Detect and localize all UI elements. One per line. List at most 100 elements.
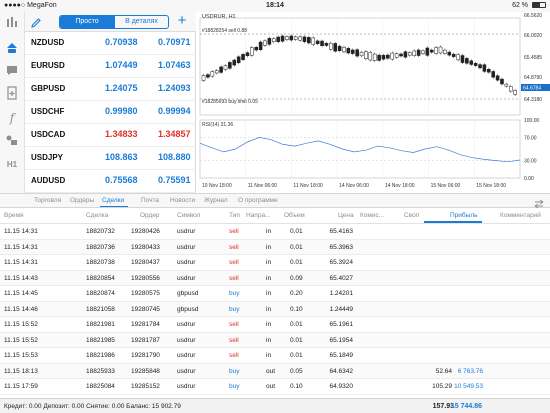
- col-commission[interactable]: Комис...: [360, 212, 384, 219]
- deal-row[interactable]: 11.15 14:45 18820874 19280575 gbpusd buy in 0.…: [0, 286, 550, 302]
- quote-ask[interactable]: 1.24093: [158, 83, 191, 93]
- deal-volume: 0.01: [290, 228, 303, 235]
- indicator-icon[interactable]: f: [4, 110, 20, 126]
- edit-pencil-icon[interactable]: [30, 16, 42, 28]
- battery-icon: [532, 2, 546, 8]
- candle-body: [307, 37, 311, 44]
- new-order-icon[interactable]: [4, 86, 20, 102]
- deal-row[interactable]: 11.15 15:52 18821985 19281787 usdrur sell in 0…: [0, 332, 550, 348]
- chat-icon[interactable]: [4, 63, 20, 79]
- deal-deal: 18825084: [86, 383, 115, 390]
- tab-0[interactable]: Торговля: [34, 197, 61, 204]
- deal-row[interactable]: 11.15 15:53 18821986 19281790 usdrur sell in 0…: [0, 348, 550, 364]
- deal-direction: in: [266, 336, 272, 344]
- col-deal[interactable]: Сделка: [86, 212, 108, 219]
- tab-1[interactable]: Ордеры: [70, 197, 94, 204]
- col-order[interactable]: Ордер: [140, 212, 160, 219]
- deal-direction: in: [266, 290, 272, 297]
- deal-order: 19285848: [131, 367, 160, 375]
- tab-5[interactable]: Журнал: [204, 197, 228, 204]
- candle-body: [320, 40, 324, 47]
- quote-bid[interactable]: 1.24075: [105, 83, 138, 93]
- trade-icon[interactable]: [4, 39, 20, 55]
- objects-icon[interactable]: [4, 133, 20, 149]
- timeframe-icon[interactable]: H1: [4, 157, 20, 173]
- tab-6[interactable]: О программе: [238, 197, 278, 204]
- quote-ask[interactable]: 0.75591: [158, 175, 191, 185]
- simple-view-button[interactable]: Просто: [60, 16, 114, 28]
- deal-price: 64.6342: [329, 367, 354, 375]
- buy-limit-label: #18285693 buy limit 0.05: [202, 99, 258, 105]
- price-chart[interactable]: #18828254 sell 0.88 #18285693 buy limit 0…: [196, 12, 550, 193]
- quote-ask[interactable]: 108.880: [158, 152, 191, 162]
- quote-row[interactable]: GBPUSD 1.24075 1.24093: [25, 78, 196, 101]
- quote-row[interactable]: USDJPY 108.863 108.880: [25, 147, 196, 170]
- tab-3[interactable]: Почта: [141, 197, 159, 204]
- col-symbol[interactable]: Символ: [177, 212, 200, 219]
- deal-symbol: usdrur: [177, 243, 196, 251]
- expand-icon[interactable]: [534, 196, 544, 209]
- deal-symbol: usdrur: [177, 259, 196, 266]
- time-tick-label: 14 Nov 06:00: [339, 183, 369, 189]
- candle-body: [421, 50, 425, 54]
- deal-type: buy: [229, 383, 240, 390]
- deal-row[interactable]: 11.15 14:31 18820738 19280437 usdrur sell in 0…: [0, 255, 550, 271]
- col-volume[interactable]: Объем: [284, 212, 305, 219]
- col-direction[interactable]: Напра...: [246, 212, 270, 219]
- deal-direction: in: [266, 352, 272, 359]
- deal-row[interactable]: 11.15 18:13 18825933 19285848 usdrur buy out 0…: [0, 363, 550, 379]
- deal-price: 65.1849: [329, 352, 354, 359]
- deal-row[interactable]: 11.15 14:46 18821058 19280745 gbpusd buy in 0.…: [0, 301, 550, 317]
- candle-body: [425, 47, 430, 56]
- deal-row[interactable]: 11.15 17:59 18825084 19285152 usdrur buy out 0…: [0, 379, 550, 395]
- deal-row[interactable]: 11.15 14:31 18820732 19280426 usdrur sell in 0…: [0, 224, 550, 240]
- quote-row[interactable]: NZDUSD 0.70938 0.70971: [25, 32, 196, 55]
- chart-panel[interactable]: #18828254 sell 0.88 #18285693 buy limit 0…: [196, 12, 550, 193]
- quote-bid[interactable]: 108.863: [105, 152, 138, 162]
- deal-order: 19285152: [131, 383, 160, 390]
- deal-time: 11.15 14:31: [4, 243, 38, 251]
- col-price[interactable]: Цена: [338, 212, 354, 219]
- deal-row[interactable]: 11.15 15:52 18821981 19281784 usdrur sell in 0…: [0, 317, 550, 333]
- quote-bid[interactable]: 0.99980: [105, 106, 138, 116]
- deal-symbol: usdrur: [177, 228, 196, 235]
- detailed-view-button[interactable]: В деталях: [114, 16, 168, 28]
- deal-row[interactable]: 11.15 14:31 18820736 19280433 usdrur sell in 0…: [0, 239, 550, 255]
- quote-ask[interactable]: 1.34857: [158, 129, 191, 139]
- tab-4[interactable]: Новости: [170, 197, 195, 204]
- col-time[interactable]: Время: [4, 212, 24, 219]
- candle-body: [223, 65, 228, 70]
- quote-row[interactable]: USDCHF 0.99980 0.99994: [25, 101, 196, 124]
- deal-row[interactable]: 11.15 14:43 18820854 19280556 usdrur sell in 0…: [0, 270, 550, 286]
- quote-row[interactable]: AUDUSD 0.75568 0.75591: [25, 170, 196, 193]
- quote-ask[interactable]: 0.99994: [158, 106, 191, 116]
- col-profit[interactable]: Прибыль: [450, 212, 478, 219]
- tab-2[interactable]: Сделки: [102, 197, 124, 204]
- quote-bid[interactable]: 1.07449: [105, 60, 138, 70]
- rsi-label: RSI(14) 31.36: [202, 122, 233, 128]
- quote-ask[interactable]: 0.70971: [158, 37, 191, 47]
- deal-time: 11.15 17:59: [4, 383, 38, 390]
- add-symbol-icon[interactable]: +: [175, 13, 189, 29]
- candle-body: [355, 49, 359, 57]
- candle-body: [408, 52, 412, 56]
- col-comment[interactable]: Комментарий: [500, 212, 541, 219]
- col-type[interactable]: Тип: [229, 212, 240, 219]
- deal-direction: in: [266, 321, 272, 328]
- quote-ask[interactable]: 1.07463: [158, 60, 191, 70]
- deal-direction: in: [266, 243, 272, 251]
- quote-bid[interactable]: 1.34833: [105, 129, 138, 139]
- candle-body: [500, 78, 504, 85]
- quote-row[interactable]: USDCAD 1.34833 1.34857: [25, 124, 196, 147]
- quote-bid[interactable]: 0.70938: [105, 37, 138, 47]
- deal-price: 65.3924: [329, 259, 354, 266]
- candle-body: [364, 51, 368, 59]
- candle-body: [311, 37, 316, 45]
- quote-bid[interactable]: 0.75568: [105, 175, 138, 185]
- quote-symbol: USDJPY: [31, 153, 64, 162]
- candle-body: [210, 71, 215, 77]
- col-swap[interactable]: Своп: [404, 212, 419, 219]
- deals-header: Время Сделка Ордер Символ Тип Напра... О…: [0, 208, 550, 224]
- quote-row[interactable]: EURUSD 1.07449 1.07463: [25, 55, 196, 78]
- quotes-icon[interactable]: [4, 16, 20, 32]
